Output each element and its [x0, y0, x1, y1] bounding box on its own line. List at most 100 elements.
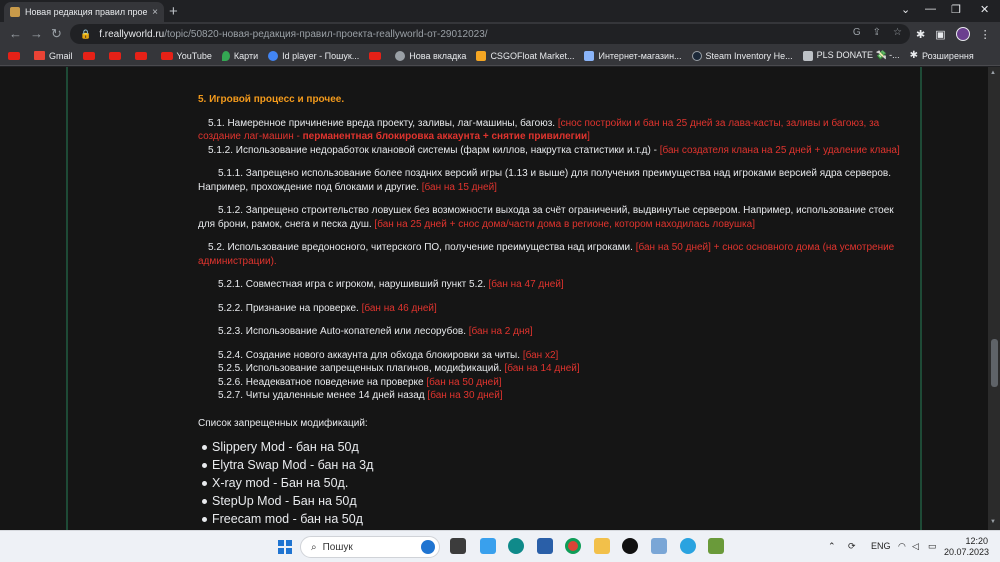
forward-button[interactable]: →: [30, 26, 43, 41]
omnibox-actions: G ⇪ ☆: [853, 27, 902, 38]
windows-taskbar: ⌕ Пошук ⌃ ⟳ ENG ◠ ◁ ▭ 12:20 20.07.2023: [0, 530, 1000, 562]
globe-icon: [395, 50, 406, 61]
new-tab-button[interactable]: +: [169, 3, 178, 20]
tiktok-icon[interactable]: [622, 538, 638, 554]
bookmark-item[interactable]: Steam Inventory He...: [691, 50, 793, 61]
browser-toolbar: ← → ↻ 🔒 f.reallyworld.ru/topic/50820-нов…: [0, 22, 1000, 46]
page-scrollbar[interactable]: ▲ ▼: [988, 67, 1000, 530]
rule-5-2-5: 5.2.5. Использование запрещенных плагино…: [218, 363, 580, 374]
menu-icon[interactable]: ⋮: [980, 28, 991, 41]
clock[interactable]: 12:20 20.07.2023: [944, 536, 990, 558]
back-button[interactable]: ←: [9, 26, 22, 41]
bing-icon: [421, 540, 435, 554]
bookmark-item[interactable]: [108, 51, 125, 60]
section-title: 5. Игровой процесс и прочее.: [198, 94, 345, 105]
bookmark-item[interactable]: [369, 51, 385, 60]
tray-chevron-icon[interactable]: ⌃: [828, 541, 836, 552]
steam-icon: [691, 50, 702, 61]
url-path: /topic/50820-новая-редакция-правил-проек…: [164, 28, 488, 40]
rule-5-2-2: 5.2.2. Признание на проверке. [бан на 46…: [218, 302, 437, 314]
rule-5-2-4: 5.2.4. Создание нового аккаунта для обхо…: [218, 349, 559, 361]
youtube-icon: [8, 51, 20, 60]
bookmark-item[interactable]: [134, 51, 151, 60]
windows-start-icon[interactable]: [278, 540, 292, 554]
toolbar-icons: ✱ ▣ ⋮: [916, 27, 991, 41]
minecraft-icon[interactable]: [708, 538, 724, 554]
bookmark-item[interactable]: [8, 51, 24, 60]
clock-time: 12:20: [965, 536, 988, 546]
bookmark-item[interactable]: Gmail: [34, 51, 73, 61]
youtube-icon: [82, 51, 95, 60]
task-view-icon[interactable]: [450, 538, 466, 554]
scrollbar-thumb[interactable]: [991, 339, 998, 387]
youtube-icon: [369, 51, 382, 60]
list-item: StepUp Mod - Бан на 50д: [202, 492, 910, 510]
photos-icon[interactable]: [651, 538, 667, 554]
mods-list: Slippery Mod - бан на 50д Elytra Swap Mo…: [198, 438, 910, 528]
bookmark-item[interactable]: PLS DONATE 💸 -...: [802, 50, 900, 61]
list-item: Freecam mod - бан на 50д: [202, 510, 910, 528]
url-text: f.reallyworld.ru/topic/50820-новая-редак…: [99, 29, 487, 40]
site-favicon-icon: [10, 7, 20, 17]
scroll-up-icon[interactable]: ▲: [990, 70, 996, 76]
search-label: Пошук: [322, 541, 353, 553]
bookmark-item[interactable]: ✱ Розширення: [910, 50, 974, 61]
sync-icon[interactable]: ⟳: [848, 541, 856, 552]
bookmark-item[interactable]: Интернет-магазин...: [584, 50, 682, 61]
bookmark-item[interactable]: Нова вкладка: [395, 50, 466, 61]
mods-title: Список запрещенных модификаций:: [198, 417, 368, 429]
shop-icon: [584, 50, 595, 61]
minimize-button[interactable]: —: [925, 3, 936, 15]
file-explorer-icon[interactable]: [594, 538, 610, 554]
bookmark-item[interactable]: YouTube: [160, 51, 212, 61]
search-icon: ⌕: [311, 541, 317, 553]
wifi-icon[interactable]: ◠: [898, 541, 906, 552]
maximize-button[interactable]: ❐: [951, 3, 961, 16]
page-viewport: 5. Игровой процесс и прочее. 5.1. Намере…: [0, 67, 1000, 530]
profile-avatar[interactable]: [955, 27, 970, 41]
close-window-button[interactable]: ✕: [980, 3, 989, 16]
list-item: Slippery Mod - бан на 50д: [202, 438, 910, 456]
maps-icon: [221, 50, 230, 61]
rule-5-2-1: 5.2.1. Совместная игра с игроком, наруши…: [218, 279, 564, 290]
rule-5-1-2: 5.1.2. Использование недоработок кланово…: [208, 144, 900, 156]
side-panel-icon[interactable]: ▣: [935, 28, 945, 41]
volume-icon[interactable]: ◁: [912, 541, 919, 552]
left-border: [66, 67, 68, 530]
tab-title: Новая редакция правил прое: [25, 7, 148, 17]
google-lens-icon[interactable]: G: [853, 27, 861, 38]
youtube-icon: [108, 51, 121, 60]
address-bar[interactable]: 🔒 f.reallyworld.ru/topic/50820-новая-ред…: [70, 24, 910, 44]
reload-button[interactable]: ↻: [51, 26, 62, 42]
scroll-down-icon[interactable]: ▼: [990, 519, 996, 525]
extensions-icon[interactable]: ✱: [916, 28, 925, 41]
list-item: X-ray mod - Бан на 50д.: [202, 474, 910, 492]
tab-bar: Новая редакция правил прое × + ⌄ — ❐ ✕: [0, 0, 1000, 22]
edge-icon[interactable]: [508, 538, 524, 554]
bookmark-item[interactable]: CSGOFloat Market...: [476, 50, 574, 61]
bookmark-star-icon[interactable]: ☆: [893, 27, 902, 38]
clock-date: 20.07.2023: [944, 547, 990, 557]
rule-5-1-1: 5.1.1. Запрещено использование более поз…: [198, 168, 891, 193]
rule-5-2-6: 5.2.6. Неадекватное поведение на проверк…: [218, 376, 502, 388]
bookmark-item[interactable]: Id player - Пошук...: [268, 50, 359, 61]
bookmark-item[interactable]: Карти: [221, 50, 258, 61]
store-icon[interactable]: [537, 538, 553, 554]
bookmark-item[interactable]: [82, 51, 99, 60]
lock-icon[interactable]: 🔒: [80, 29, 91, 40]
browser-tab[interactable]: Новая редакция правил прое ×: [4, 2, 164, 22]
extensions-icon: ✱: [909, 50, 919, 61]
telegram-icon[interactable]: [680, 538, 696, 554]
youtube-icon: [134, 51, 147, 60]
language-indicator[interactable]: ENG: [871, 541, 891, 551]
taskbar-search[interactable]: ⌕ Пошук: [300, 536, 440, 558]
close-tab-icon[interactable]: ×: [152, 7, 158, 18]
telegram-alt-icon[interactable]: [480, 538, 496, 554]
right-border: [920, 67, 922, 530]
rules-post: 5. Игровой процесс и прочее. 5.1. Намере…: [198, 93, 910, 528]
tab-search-icon[interactable]: ⌄: [901, 3, 910, 16]
battery-icon[interactable]: ▭: [928, 541, 937, 552]
share-icon[interactable]: ⇪: [873, 27, 881, 38]
bookmarks-bar: Gmail YouTube Карти Id player - Пошук...…: [0, 46, 1000, 66]
chrome-icon[interactable]: [565, 538, 581, 554]
